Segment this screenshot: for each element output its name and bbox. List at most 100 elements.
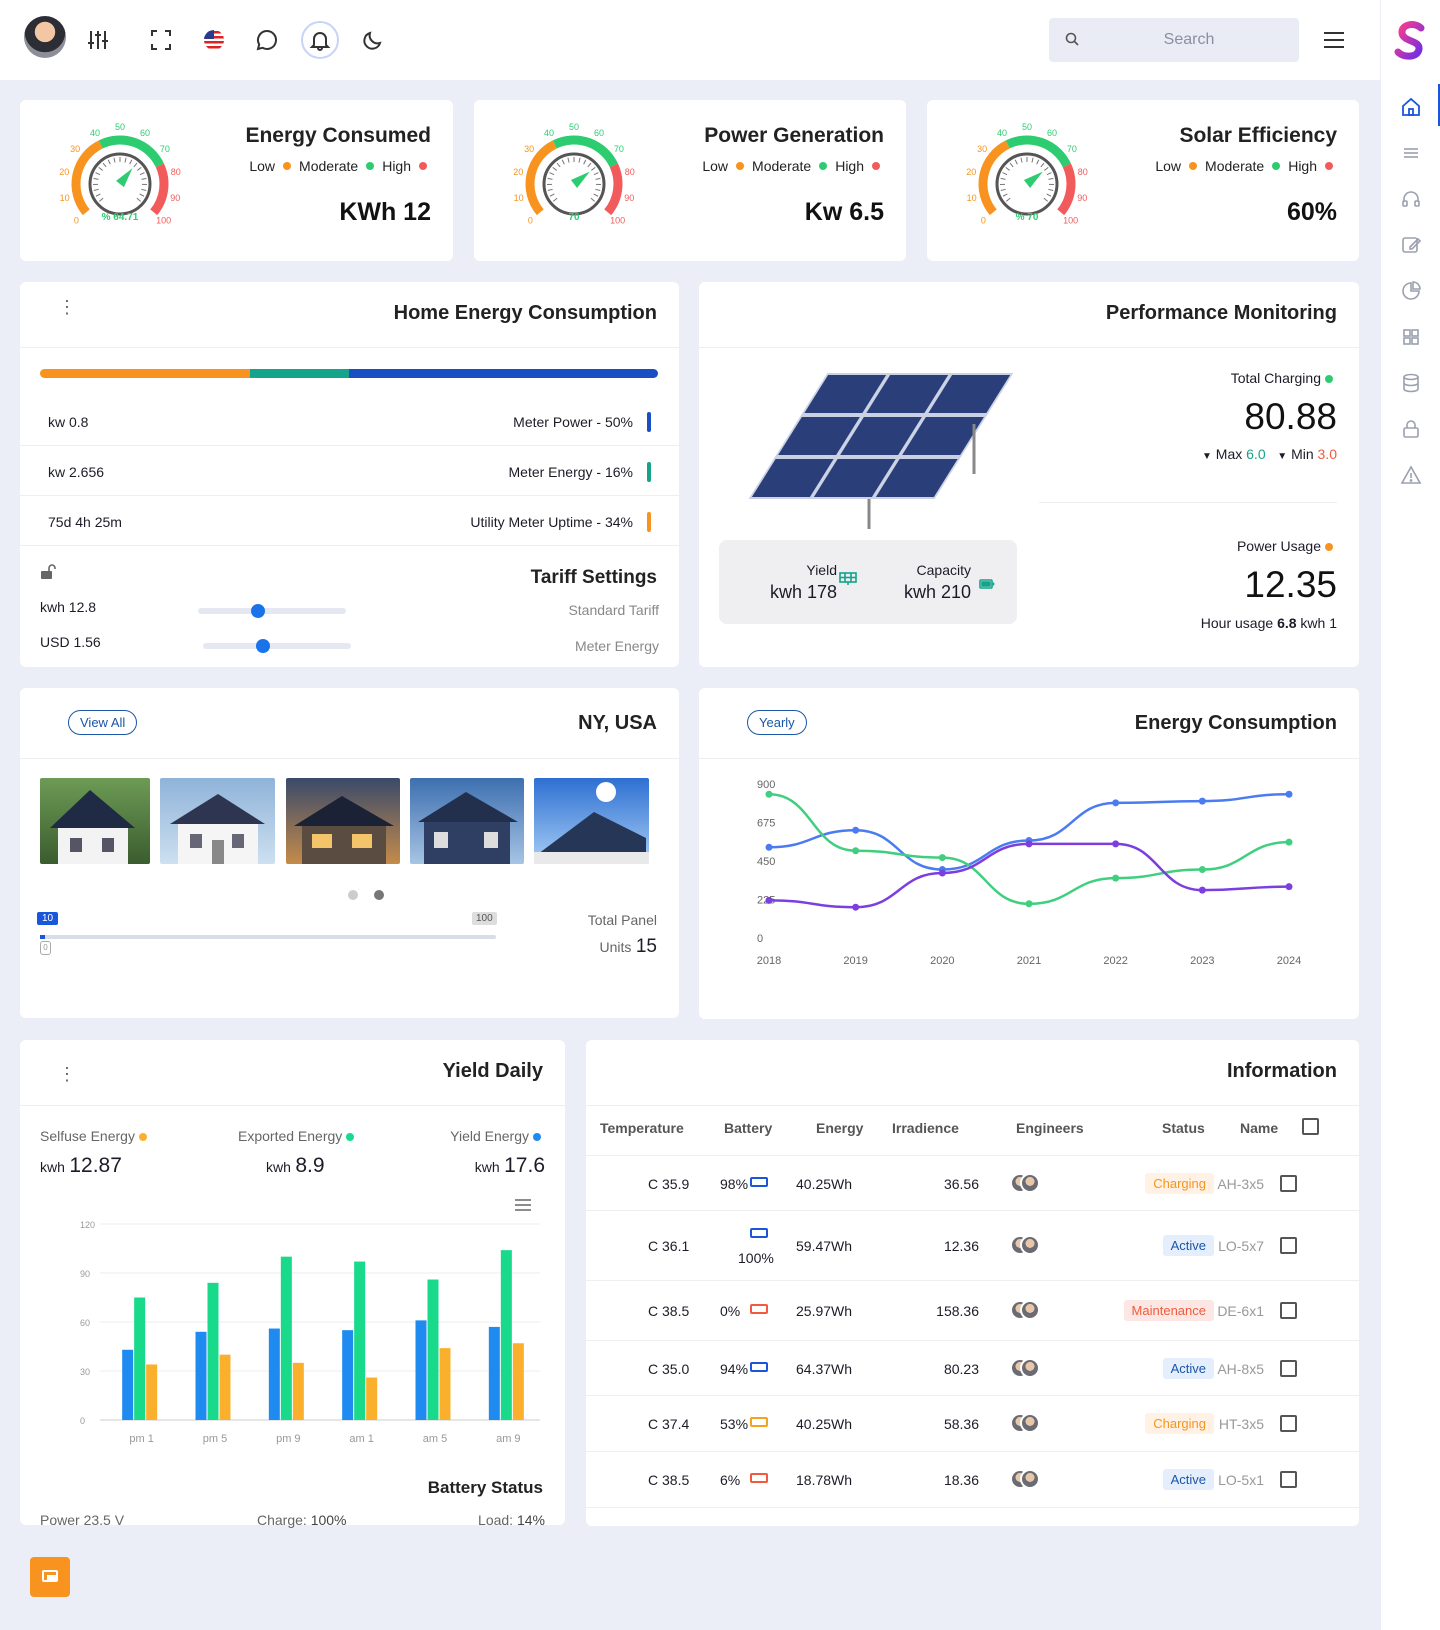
grid-icon[interactable]: [1400, 326, 1422, 348]
yield-energy-value: 17.6: [504, 1154, 545, 1177]
solar-efficiency-gauge: 0 10 20 30 40 50 60 70 80 90 100 % 70: [966, 122, 1088, 226]
headphones-icon[interactable]: [1400, 188, 1422, 210]
selfuse-value: 12.87: [69, 1154, 122, 1177]
row-checkbox[interactable]: [1280, 1237, 1297, 1254]
engineer-avatar[interactable]: [1020, 1235, 1040, 1255]
search-input[interactable]: [1089, 18, 1289, 62]
house-photo-4[interactable]: [410, 778, 524, 864]
gauge-tick: [1002, 172, 1008, 176]
house-photo-1[interactable]: [40, 778, 150, 864]
table-row[interactable]: C 37.4 53% 40.25Wh 58.36 Charging HT-3x5: [586, 1396, 1359, 1452]
us-flag-icon[interactable]: [196, 22, 232, 58]
row-checkbox[interactable]: [1280, 1415, 1297, 1432]
house-photo-3[interactable]: [286, 778, 400, 864]
view-all-button[interactable]: View All: [68, 710, 138, 735]
house-photo-2[interactable]: [160, 778, 275, 864]
chat-icon[interactable]: [249, 22, 285, 58]
yield-capacity-panel: Yield kwh 178 Capacity kwh 210: [719, 540, 1017, 624]
engineer-avatar[interactable]: [1020, 1300, 1040, 1320]
table-row[interactable]: C 38.5 6% 18.78Wh 18.36 Active LO-5x1: [586, 1452, 1359, 1508]
panel-range-slider[interactable]: [40, 935, 496, 939]
cell-energy: 40.25Wh: [796, 1416, 853, 1432]
row-checkbox[interactable]: [1280, 1302, 1297, 1319]
col-header-irradience[interactable]: Irradience: [892, 1120, 959, 1136]
gauge-tick: [139, 193, 145, 197]
kebab-menu-icon[interactable]: ⋮: [58, 298, 76, 316]
gauge-tick: [95, 193, 101, 197]
gauge-tick-label: 10: [514, 193, 524, 203]
exported-label: Exported Energy: [238, 1128, 358, 1144]
unlock-icon[interactable]: [40, 564, 56, 585]
tariff1-slider[interactable]: [198, 604, 346, 618]
sliders-icon[interactable]: [80, 22, 116, 58]
row-checkbox[interactable]: [1280, 1174, 1297, 1192]
home-icon[interactable]: [1400, 96, 1422, 118]
range-min-badge: 10: [37, 912, 59, 925]
row-checkbox[interactable]: [1280, 1471, 1297, 1488]
engineer-avatar[interactable]: [1020, 1413, 1040, 1433]
power-generation-gauge: 0 10 20 30 40 50 60 70 80 90 100 70: [513, 122, 635, 226]
gauge-high-arc: [1057, 163, 1076, 216]
col-header-battery[interactable]: Battery: [724, 1120, 772, 1136]
col-header-name[interactable]: Name: [1240, 1120, 1278, 1136]
col-header-energy[interactable]: Energy: [816, 1120, 863, 1136]
engineer-avatar[interactable]: [1020, 1469, 1040, 1489]
gauge-tick: [1009, 162, 1014, 168]
col-header-status[interactable]: Status: [1162, 1120, 1205, 1136]
table-row[interactable]: C 35.9 98% 40.25Wh 36.56 Charging AH-3x5: [586, 1156, 1359, 1211]
bar: [488, 1326, 500, 1420]
table-row[interactable]: C 36.1 100% 59.47Wh 12.36 Active LO-5x7: [586, 1211, 1359, 1281]
engineer-avatar[interactable]: [1020, 1172, 1040, 1193]
menu-icon[interactable]: [1316, 22, 1352, 58]
bar: [342, 1330, 354, 1420]
gauge-tick-label: 40: [997, 128, 1007, 138]
bar: [195, 1331, 207, 1420]
exported-text: Exported Energy: [238, 1128, 343, 1144]
pie-chart-icon[interactable]: [1400, 280, 1422, 302]
engineer-avatar[interactable]: [1020, 1357, 1040, 1378]
status-badge: Active: [1162, 1235, 1214, 1256]
table-row[interactable]: C 35.0 94% 64.37Wh 80.23 Active AH-8x5: [586, 1341, 1359, 1396]
bell-icon[interactable]: [301, 21, 339, 59]
lock-icon[interactable]: [1400, 418, 1422, 440]
yearly-filter-button[interactable]: Yearly: [747, 710, 807, 735]
range-handle[interactable]: 0: [40, 941, 51, 955]
max-label: Max: [1215, 446, 1243, 462]
series-point: [1285, 790, 1293, 798]
col-header-temperature[interactable]: Temperature: [600, 1120, 684, 1136]
gauge-card-power-generation: 0 10 20 30 40 50 60 70 80 90 100 70 Power Generatio…: [474, 100, 906, 261]
power-usage-label: Power Usage: [1237, 538, 1337, 554]
table-row[interactable]: C 38.5 0% 25.97Wh 158.36 Maintenance DE-6x1: [586, 1281, 1359, 1341]
cell-name: AH-8x5: [1217, 1360, 1264, 1377]
list-icon[interactable]: [1400, 142, 1422, 164]
house-photo-5[interactable]: [534, 778, 649, 864]
kebab-menu-icon[interactable]: ⋮: [58, 1064, 76, 1085]
select-all-checkbox[interactable]: [1302, 1118, 1319, 1135]
performance-card: Performance Monitoring Yield kwh 178 Cap…: [699, 282, 1359, 667]
capacity-value: kwh 210: [903, 582, 971, 602]
cell-irradience: 80.23: [943, 1360, 979, 1377]
cell-irradience: 18.36: [943, 1472, 979, 1488]
cell-irradience: 158.36: [936, 1303, 979, 1319]
search-box: [1049, 18, 1299, 62]
gauge-tick: [137, 166, 142, 171]
gauge-tick: [593, 172, 599, 176]
moon-icon[interactable]: [355, 22, 391, 58]
warning-icon[interactable]: [1400, 464, 1422, 486]
gauge-tick: [1040, 162, 1045, 168]
col-header-engineers[interactable]: Engineers: [1016, 1120, 1084, 1136]
fullscreen-icon[interactable]: [143, 22, 179, 58]
gauge-tick-label: 20: [59, 167, 69, 177]
row-checkbox[interactable]: [1280, 1359, 1297, 1377]
gauge-high-arc: [604, 163, 623, 216]
carousel-dot-2[interactable]: [374, 890, 384, 900]
user-avatar[interactable]: [24, 16, 66, 58]
carousel-dot-1[interactable]: [348, 890, 358, 900]
database-icon[interactable]: [1400, 372, 1422, 394]
edit-icon[interactable]: [1400, 234, 1422, 256]
tariff2-slider[interactable]: [203, 639, 351, 653]
slider-knob[interactable]: [256, 639, 270, 653]
slider-knob[interactable]: [251, 604, 265, 618]
performance-title: Performance Monitoring: [1105, 302, 1337, 324]
floating-action-button[interactable]: [30, 1557, 70, 1597]
